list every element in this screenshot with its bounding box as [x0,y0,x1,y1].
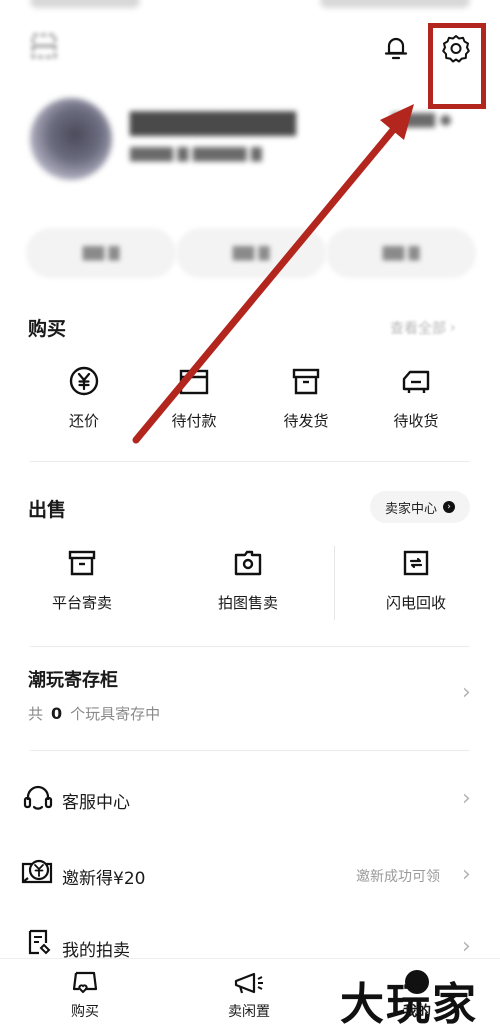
box-icon [289,364,323,398]
customer-service-label: 客服中心 [62,793,130,813]
chevron-right-icon: › [462,862,471,887]
status-bar [0,0,500,14]
sell-item-label: 闪电回收 [385,594,446,612]
wallet-icon [177,364,211,398]
divider [30,750,470,751]
invite-label: 邀新得¥20 [62,869,146,889]
username-blurred: ▇▇▇▇▇▇▇▇▇ [130,108,297,136]
toy-locker-count: 0 [51,704,63,723]
seller-center-button[interactable]: 卖家中心 › [370,491,470,523]
profile-link-blurred[interactable]: ▇▇▇▇ ● [392,112,452,128]
stat-pill-2[interactable]: ▇▇ ▇ [176,228,326,278]
status-bar-indicators [320,0,470,8]
top-bar [0,20,500,109]
purchase-item-pending-shipment[interactable]: 待发货 [256,364,356,431]
sell-title: 出售 [28,499,67,521]
divider [30,461,470,462]
purchase-item-label: 待付款 [171,412,217,430]
invite-gift-icon [20,856,56,894]
purchase-item-pending-payment[interactable]: 待付款 [144,364,244,431]
tab-label: 购买 [71,1004,99,1020]
headset-icon [22,784,54,818]
tab-label: 卖闲置 [228,1004,270,1020]
archive-box-icon [65,546,99,580]
chevron-right-icon: › [462,680,471,705]
status-bar-time [30,0,140,8]
toy-locker-row[interactable]: 潮玩寄存柜 共 0 个玩具寄存中 › [0,650,500,742]
purchase-item-label: 待收货 [393,412,439,430]
recycle-icon [399,546,433,580]
tab-buy[interactable]: 购买 [30,969,140,1021]
purchase-item-label: 还价 [68,412,99,430]
toy-locker-suffix: 个玩具寄存中 [70,705,161,723]
sell-item-label: 拍图售卖 [217,594,278,612]
view-all-link[interactable]: 查看全部 › [390,318,456,338]
watermark: 大玩家 [340,979,478,1030]
profile-header: ▇▇▇▇▇▇▇▇▇ ▇▇▇▇ ▇ ▇▇▇▇▇ ▇ ▇▇▇▇ ● ▇▇ ▇ ▇▇ … [0,92,500,292]
bell-icon[interactable] [376,28,416,68]
megaphone-icon [234,972,263,994]
chevron-right-icon: › [462,934,471,959]
sell-item-flash-recycle[interactable]: 闪电回收 [366,546,466,613]
purchase-title: 购买 [28,318,67,340]
toy-locker-prefix: 共 [28,705,44,723]
sell-item-label: 平台寄卖 [51,594,112,612]
invite-hint: 邀新成功可领 [356,869,440,885]
toy-locker-summary: 共 0 个玩具寄存中 [28,703,160,724]
truck-icon [399,364,433,398]
sell-item-photo-sell[interactable]: 拍图售卖 [198,546,298,613]
sell-grid-divider [334,546,335,620]
stat-pill-1[interactable]: ▇▇ ▇ [26,228,176,278]
auction-row[interactable]: 我的拍卖 › [0,924,500,961]
chevron-right-icon: › [450,320,456,336]
toy-locker-title: 潮玩寄存柜 [28,670,118,691]
arrow-right-circle-icon: › [443,501,455,513]
camera-folder-icon [231,546,265,580]
buy-tag-icon [72,971,98,994]
tab-sell-idle[interactable]: 卖闲置 [194,969,304,1021]
seller-center-label: 卖家中心 [384,501,437,517]
purchase-item-pending-receipt[interactable]: 待收货 [366,364,466,431]
sell-item-consignment[interactable]: 平台寄卖 [32,546,132,613]
purchase-item-counter-offer[interactable]: 还价 [34,364,134,431]
invite-row[interactable]: 邀新得¥20 邀新成功可领 › [0,850,500,900]
chevron-right-icon: › [462,786,471,811]
auction-document-icon [26,928,52,960]
scan-icon[interactable] [24,26,64,66]
avatar[interactable] [30,98,112,180]
yuan-circle-icon [67,364,101,398]
purchase-item-label: 待发货 [283,412,329,430]
user-meta-blurred: ▇▇▇▇ ▇ ▇▇▇▇▇ ▇ [130,146,262,162]
stat-pill-3[interactable]: ▇▇ ▇ [326,228,476,278]
customer-service-row[interactable]: 客服中心 › [0,774,500,824]
divider [30,646,470,647]
view-all-label: 查看全部 [390,321,446,337]
